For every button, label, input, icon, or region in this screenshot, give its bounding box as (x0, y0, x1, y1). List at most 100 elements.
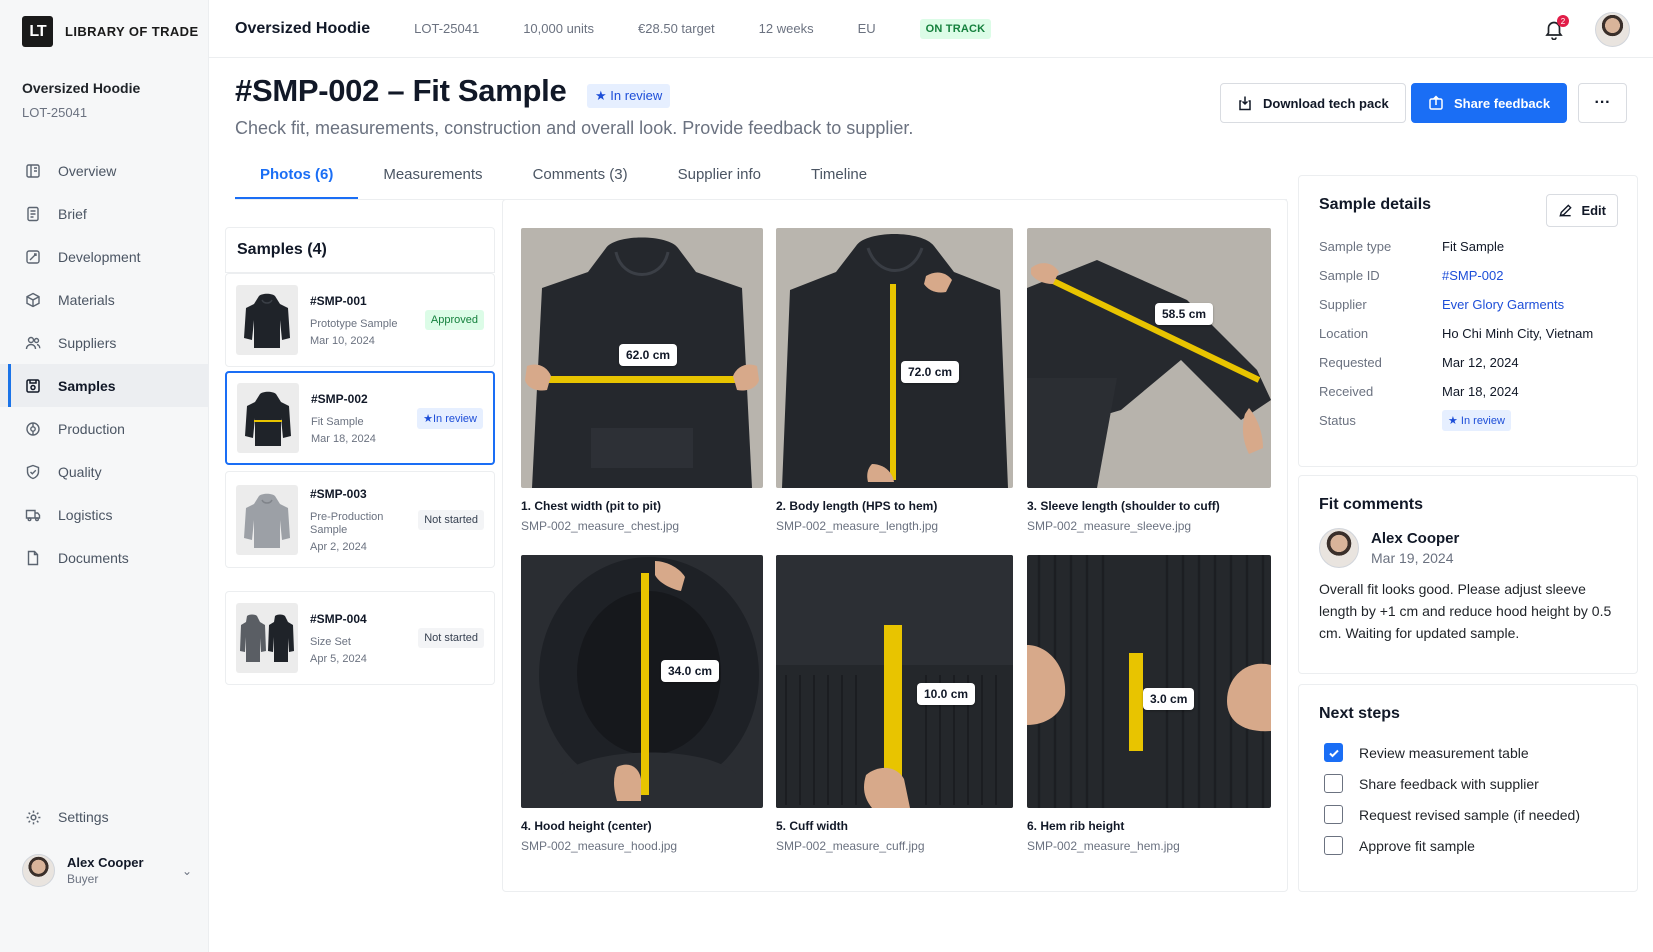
share-feedback-button[interactable]: Share feedback (1411, 83, 1568, 123)
photo-card-cuff[interactable]: 10.0 cm 5. Cuff width SMP-002_measure_cu… (776, 555, 1013, 853)
status-badge: ★ In review (1442, 410, 1511, 431)
sidebar-item-brief[interactable]: Brief (0, 192, 209, 235)
sidebar-item-settings[interactable]: Settings (24, 808, 109, 826)
sample-type: Pre-Production Sample (310, 510, 384, 536)
sidebar-item-suppliers[interactable]: Suppliers (0, 321, 209, 364)
photo-card-sleeve[interactable]: 58.5 cm 3. Sleeve length (shoulder to cu… (1027, 228, 1271, 533)
avatar (22, 854, 55, 887)
suppliers-icon (24, 334, 42, 352)
sample-date: Apr 5, 2024 (310, 652, 367, 665)
photo-card-chest[interactable]: 62.0 cm 1. Chest width (pit to pit) SMP-… (521, 228, 763, 533)
sidebar-item-samples[interactable]: Samples (0, 364, 209, 407)
photo-card-length[interactable]: 72.0 cm 2. Body length (HPS to hem) SMP-… (776, 228, 1013, 533)
sample-thumbnail (236, 484, 298, 555)
user-role: Buyer (67, 872, 99, 886)
overview-icon (24, 162, 42, 180)
photo-card-hood[interactable]: 34.0 cm 4. Hood height (center) SMP-002_… (521, 555, 763, 853)
top-lot: LOT-25041 (414, 21, 480, 36)
sample-thumbnail (236, 285, 298, 355)
photo-chest: 62.0 cm (521, 228, 763, 488)
supplier-link[interactable]: Ever Glory Garments (1442, 297, 1564, 312)
photo-filename: SMP-002_measure_sleeve.jpg (1027, 519, 1192, 533)
more-options-button[interactable]: ··· (1578, 83, 1627, 123)
sidebar-item-development[interactable]: Development (0, 235, 209, 278)
user-menu[interactable]: Alex Cooper Buyer ⌄ (22, 854, 192, 887)
sample-status-badge: Not started (418, 628, 484, 648)
measurement-label: 58.5 cm (1155, 303, 1214, 325)
tab-bar: Photos (6) Measurements Comments (3) Sup… (235, 158, 892, 199)
detail-label: Requested (1319, 355, 1382, 370)
sidebar-nav: Overview Brief Development Materials Sup… (0, 149, 209, 579)
tab-comments[interactable]: Comments (3) (508, 158, 653, 199)
sample-card-smp-004[interactable]: #SMP-004 Size Set Apr 5, 2024 Not starte… (225, 591, 495, 685)
photo-cuff: 10.0 cm (776, 555, 1013, 808)
sidebar-item-label: Samples (58, 377, 116, 394)
sample-thumbnail (237, 383, 299, 453)
comment-author: Alex Cooper Mar 19, 2024 (1319, 528, 1617, 568)
sidebar-item-logistics[interactable]: Logistics (0, 493, 209, 536)
photo-caption: 3. Sleeve length (shoulder to cuff) (1027, 499, 1220, 513)
photo-filename: SMP-002_measure_hood.jpg (521, 839, 678, 853)
share-icon (1429, 95, 1443, 110)
more-icon: ··· (1594, 94, 1611, 111)
comment-text: Overall fit looks good. Please adjust sl… (1319, 581, 1612, 641)
gear-icon (24, 808, 42, 826)
sidebar-item-documents[interactable]: Documents (0, 536, 209, 579)
detail-row-received: Received Mar 18, 2024 (1319, 377, 1617, 406)
photo-gallery: 62.0 cm 1. Chest width (pit to pit) SMP-… (502, 199, 1288, 892)
download-tech-pack-button[interactable]: Download tech pack (1220, 83, 1406, 123)
sidebar-item-label: Brief (58, 205, 87, 222)
tab-timeline[interactable]: Timeline (786, 158, 892, 199)
sample-card-smp-001[interactable]: #SMP-001 Prototype Sample Mar 10, 2024 A… (225, 273, 495, 367)
sample-status-badge: ★In review (417, 407, 483, 429)
sidebar: LT LIBRARY OF TRADE Oversized Hoodie LOT… (0, 0, 209, 952)
sample-date: Mar 10, 2024 (310, 334, 375, 347)
tab-photos[interactable]: Photos (6) (235, 158, 359, 199)
photo-hem: 3.0 cm (1027, 555, 1271, 808)
sample-card-smp-003[interactable]: #SMP-003 Pre-Production Sample Apr 2, 20… (225, 471, 495, 568)
sample-date: Mar 18, 2024 (311, 432, 376, 445)
sample-thumbnail (236, 603, 298, 673)
detail-row-sample-id: Sample ID #SMP-002 (1319, 261, 1617, 290)
sample-id-link[interactable]: #SMP-002 (1442, 268, 1503, 283)
comment-author-name: Alex Cooper (1371, 530, 1460, 547)
review-badge: ★ In review (587, 84, 671, 108)
sample-id: #SMP-002 (311, 391, 368, 406)
samples-list: Samples (4) #SMP-001 Prototype Sample Ma… (225, 227, 495, 689)
profile-avatar[interactable] (1595, 12, 1630, 47)
page-subtitle: Check fit, measurements, construction an… (235, 118, 914, 138)
photo-caption: 5. Cuff width (776, 819, 848, 833)
tab-supplier-info[interactable]: Supplier info (653, 158, 786, 199)
download-icon (1239, 96, 1251, 111)
next-step-item[interactable]: Review measurement table (1324, 737, 1617, 768)
sample-date: Apr 2, 2024 (310, 540, 367, 553)
sample-card-smp-002[interactable]: #SMP-002 Fit Sample Mar 18, 2024 ★In rev… (225, 371, 495, 465)
edit-button[interactable]: Edit (1546, 194, 1618, 227)
sidebar-item-overview[interactable]: Overview (0, 149, 209, 192)
next-step-item[interactable]: Request revised sample (if needed) (1324, 799, 1617, 830)
sidebar-item-quality[interactable]: Quality (0, 450, 209, 493)
notifications-button[interactable]: 2 (1543, 15, 1569, 41)
tab-measurements[interactable]: Measurements (358, 158, 507, 199)
sample-id: #SMP-003 (310, 486, 367, 501)
photo-card-hem[interactable]: 3.0 cm 6. Hem rib height SMP-002_measure… (1027, 555, 1271, 853)
checkbox[interactable] (1324, 836, 1343, 855)
sidebar-item-materials[interactable]: Materials (0, 278, 209, 321)
top-target: €28.50 target (638, 21, 715, 36)
brief-icon (24, 205, 42, 223)
brand[interactable]: LT LIBRARY OF TRADE (22, 16, 199, 47)
next-step-item[interactable]: Share feedback with supplier (1324, 768, 1617, 799)
checkbox-checked[interactable] (1324, 743, 1343, 762)
sidebar-item-production[interactable]: Production (0, 407, 209, 450)
production-icon (24, 420, 42, 438)
checkbox[interactable] (1324, 774, 1343, 793)
sample-type: Fit Sample (311, 415, 364, 428)
detail-label: Sample ID (1319, 268, 1380, 283)
photo-sleeve: 58.5 cm (1027, 228, 1271, 488)
next-step-item[interactable]: Approve fit sample (1324, 830, 1617, 861)
brand-logo: LT (22, 16, 53, 47)
measurement-label: 34.0 cm (661, 660, 720, 682)
checkbox[interactable] (1324, 805, 1343, 824)
detail-row-status: Status ★ In review (1319, 406, 1617, 435)
samples-icon (24, 377, 42, 395)
